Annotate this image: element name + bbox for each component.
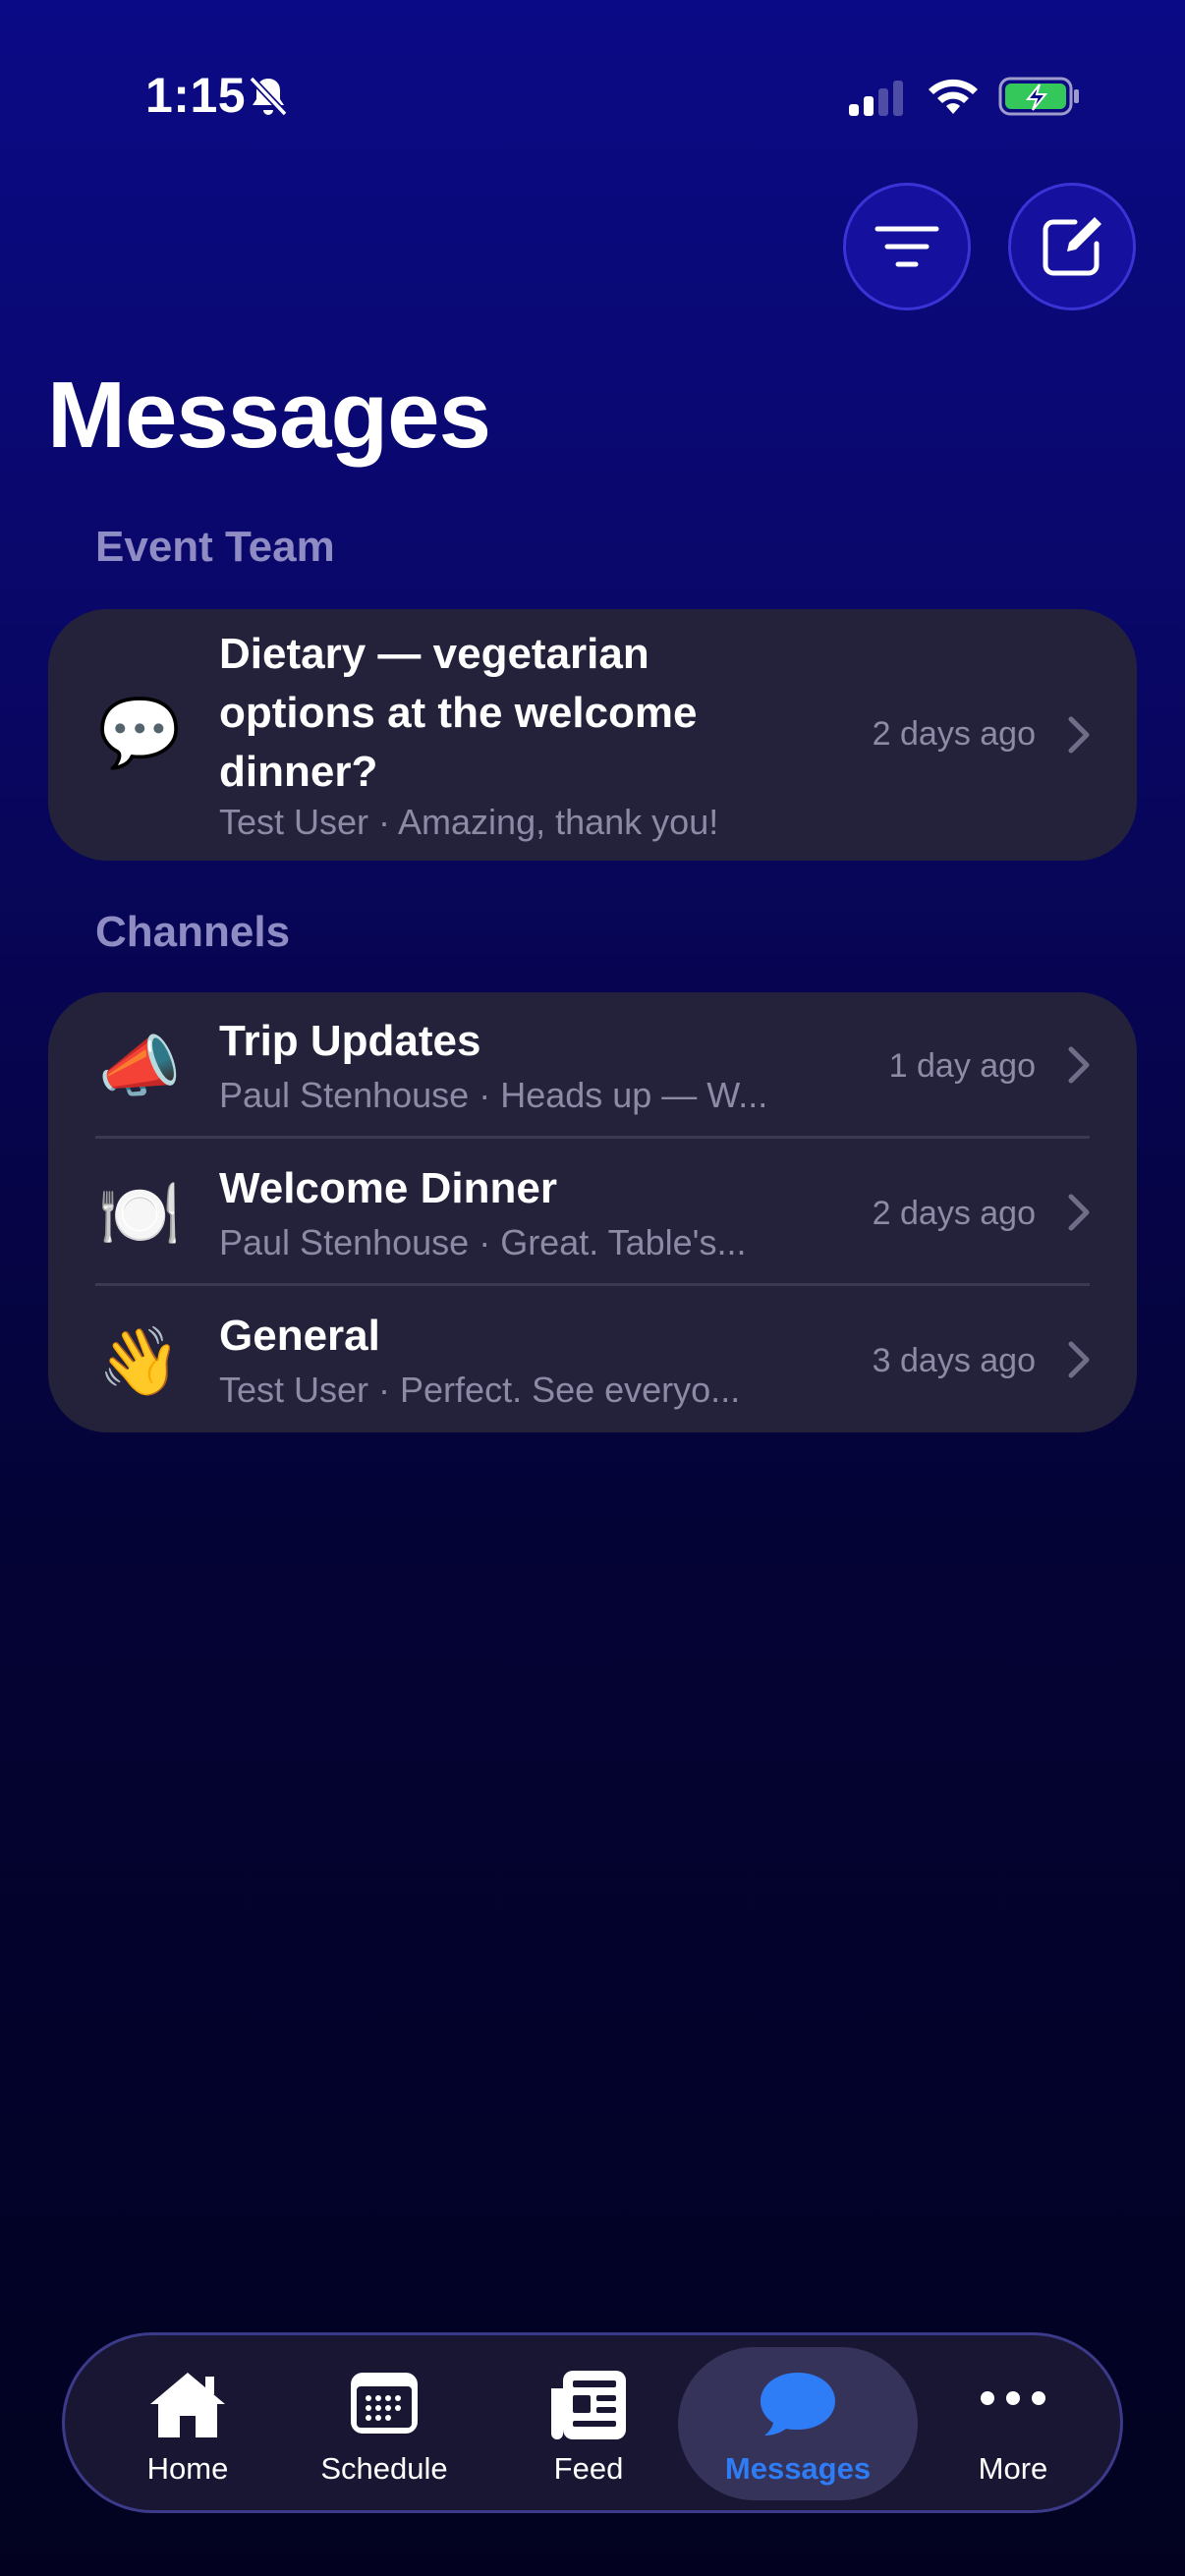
channel-time: 1 day ago <box>888 1047 1036 1085</box>
megaphone-icon: 📣 <box>97 1030 182 1104</box>
house-icon <box>150 2373 225 2437</box>
conversation-title-line-1: Dietary — vegetarian <box>219 630 649 678</box>
compose-button[interactable] <box>1008 183 1136 310</box>
speech-bubble-icon: 💬 <box>97 696 182 770</box>
chevron-right-icon <box>1068 1194 1090 1231</box>
bell-slash-icon <box>249 76 288 117</box>
tab-label-feed: Feed <box>553 2451 624 2486</box>
tab-label-messages: Messages <box>724 2451 872 2486</box>
section-header-event-team: Event Team <box>95 523 335 571</box>
channel-title: Welcome Dinner <box>219 1164 557 1212</box>
tab-schedule[interactable]: Schedule <box>291 2335 478 2510</box>
conversation-time: 2 days ago <box>872 715 1036 753</box>
conversation-title-line-2: options at the welcome <box>219 689 698 737</box>
chat-bubble-icon <box>761 2373 835 2436</box>
chevron-right-icon <box>1068 716 1090 754</box>
waving-hand-icon: 👋 <box>97 1324 182 1399</box>
tab-home[interactable]: Home <box>94 2335 281 2510</box>
compose-icon <box>1043 217 1101 276</box>
tab-bar: Home Schedule Feed Messages More <box>62 2332 1123 2513</box>
channel-subtitle: Paul Stenhouse · Great. Table's... <box>219 1222 747 1262</box>
wifi-icon <box>929 79 978 114</box>
status-time: 1:15 <box>145 68 247 123</box>
channel-row-general[interactable]: 👋 General Test User · Perfect. See every… <box>48 1287 1137 1432</box>
tab-label-more: More <box>978 2451 1048 2486</box>
newspaper-icon <box>551 2371 626 2439</box>
tab-feed[interactable]: Feed <box>495 2335 682 2510</box>
channel-title: General <box>219 1312 380 1360</box>
channel-time: 3 days ago <box>872 1342 1036 1379</box>
conversation-title-line-3: dinner? <box>219 748 378 796</box>
channel-row-trip-updates[interactable]: 📣 Trip Updates Paul Stenhouse · Heads up… <box>48 992 1137 1138</box>
channels-card: 📣 Trip Updates Paul Stenhouse · Heads up… <box>48 992 1137 1432</box>
filter-icon <box>875 226 939 267</box>
cellular-signal-icon <box>849 81 903 116</box>
battery-charging-icon <box>998 77 1079 116</box>
calendar-icon <box>351 2373 418 2434</box>
channel-subtitle: Paul Stenhouse · Heads up — W... <box>219 1075 768 1115</box>
section-header-channels: Channels <box>95 908 291 956</box>
channel-subtitle: Test User · Perfect. See everyo... <box>219 1370 741 1410</box>
conversation-subtitle: Test User · Amazing, thank you! <box>219 802 719 842</box>
conversation-row-dietary[interactable]: 💬 Dietary — vegetarian options at the we… <box>48 609 1137 861</box>
channel-title: Trip Updates <box>219 1017 481 1065</box>
page-title: Messages <box>47 363 491 468</box>
channel-row-welcome-dinner[interactable]: 🍽️ Welcome Dinner Paul Stenhouse · Great… <box>48 1140 1137 1285</box>
filter-button[interactable] <box>843 183 971 310</box>
row-divider <box>95 1283 1090 1286</box>
plate-cutlery-icon: 🍽️ <box>97 1177 182 1252</box>
tab-more[interactable]: More <box>920 2335 1106 2510</box>
ellipsis-icon <box>981 2391 1045 2405</box>
chevron-right-icon <box>1068 1341 1090 1378</box>
tab-label-schedule: Schedule <box>320 2451 448 2486</box>
tab-label-home: Home <box>146 2451 229 2486</box>
chevron-right-icon <box>1068 1046 1090 1084</box>
event-team-card: 💬 Dietary — vegetarian options at the we… <box>48 609 1137 861</box>
row-divider <box>95 1136 1090 1139</box>
status-bar: 1:15 <box>0 0 1185 196</box>
channel-time: 2 days ago <box>872 1195 1036 1232</box>
tab-messages[interactable]: Messages <box>678 2347 918 2500</box>
